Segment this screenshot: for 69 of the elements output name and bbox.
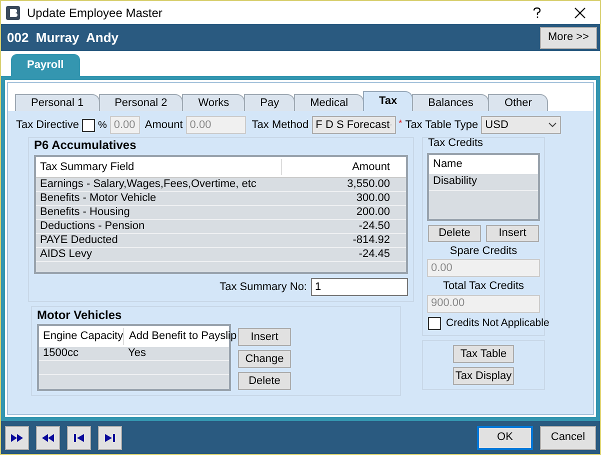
tax-table-type-label: Tax Table Type (405, 118, 478, 133)
navigation-button[interactable] (5, 426, 29, 450)
fast-forward-icon (10, 432, 24, 442)
more-button[interactable]: More >> (540, 26, 597, 48)
credits-not-applicable-label: Credits Not Applicable (446, 316, 550, 330)
table-cell-text: Yes (127, 346, 146, 362)
navigation-button[interactable] (36, 426, 60, 450)
vehicle-button[interactable]: Change (238, 350, 291, 368)
table-cell-text: PAYE Deducted (39, 233, 119, 248)
column-header: Engine Capacity (42, 329, 123, 344)
tab[interactable]: Tax (363, 91, 414, 111)
group-title: Motor Vehicles (37, 307, 123, 324)
tab[interactable]: Balances (412, 94, 490, 111)
total-tax-credits-label: Total Tax Credits (442, 279, 524, 294)
skip-forward-icon (103, 432, 117, 442)
table-cell-text: -814.92 (352, 233, 391, 248)
app-logo-icon (5, 4, 21, 20)
column-header: Add Benefit to Payslip (123, 328, 237, 345)
rewind-icon (41, 432, 55, 442)
close-icon[interactable] (574, 6, 586, 18)
checkbox[interactable] (82, 118, 95, 132)
vehicle-button[interactable]: Insert (238, 328, 291, 346)
table-cell-text: -24.45 (358, 247, 391, 262)
tab[interactable]: Pay (244, 94, 296, 111)
amount-label: Amount (144, 118, 183, 133)
vehicle-button[interactable]: Delete (238, 372, 291, 390)
tab[interactable]: Medical (294, 94, 364, 111)
column-header: Tax Summary Field (39, 160, 136, 175)
table-cell-text: -24.50 (358, 219, 391, 234)
table-cell-text: Benefits - Motor Vehicle (39, 191, 158, 206)
column-header: Amount (281, 158, 394, 176)
required-mark: * (398, 117, 402, 130)
help-icon[interactable] (532, 6, 542, 18)
tax-directive-label: Tax Directive (16, 118, 79, 133)
tax-button[interactable]: Tax Display (453, 367, 514, 386)
group-title: P6 Accumulatives (34, 137, 138, 154)
navigation-button[interactable] (67, 426, 91, 450)
table-cell-text: Earnings - Salary,Wages,Fees,Overtime, etc (39, 177, 258, 192)
dialog-button[interactable]: OK (477, 426, 533, 450)
group-title: Tax Credits (428, 136, 484, 151)
dropdown[interactable]: F D S Forecast (312, 116, 396, 134)
table-cell-text: Deductions - Pension (39, 219, 146, 234)
table-cell-text: 1500cc (42, 346, 80, 362)
tax-button[interactable]: Tax Table (453, 345, 514, 364)
skip-back-icon (72, 432, 86, 442)
table-cell-text: Benefits - Housing (39, 205, 131, 220)
spare-credits-label: Spare Credits (450, 244, 518, 258)
credit-button[interactable]: Insert (486, 224, 539, 242)
table-cell-text: AIDS Levy (39, 247, 93, 262)
table-cell-text: 200.00 (355, 205, 391, 220)
tab[interactable]: Other (488, 94, 548, 111)
table-cell-text: 300.00 (355, 191, 391, 206)
column-header: Name (429, 154, 538, 174)
tax-summary-no-label: Tax Summary No: (220, 280, 307, 295)
tab[interactable]: Personal 2 (98, 94, 184, 111)
list-item[interactable]: Disability (429, 174, 538, 190)
percent-label: % (98, 118, 107, 132)
dialog-button[interactable]: Cancel (540, 426, 596, 450)
tab[interactable]: Works (182, 94, 246, 111)
navigation-button[interactable] (98, 426, 122, 450)
tax-summary-no-field[interactable]: 1 (311, 278, 408, 296)
window-title: Update Employee Master (27, 4, 162, 22)
checkbox[interactable] (428, 316, 441, 330)
tab[interactable]: Personal 1 (15, 94, 100, 111)
credit-button[interactable]: Delete (428, 224, 481, 242)
table-cell-text: 3,550.00 (346, 177, 391, 192)
employee-name: 002 Murray Andy (7, 28, 119, 47)
dropdown[interactable]: USD (481, 116, 562, 134)
tax-method-label: Tax Method (252, 118, 309, 133)
